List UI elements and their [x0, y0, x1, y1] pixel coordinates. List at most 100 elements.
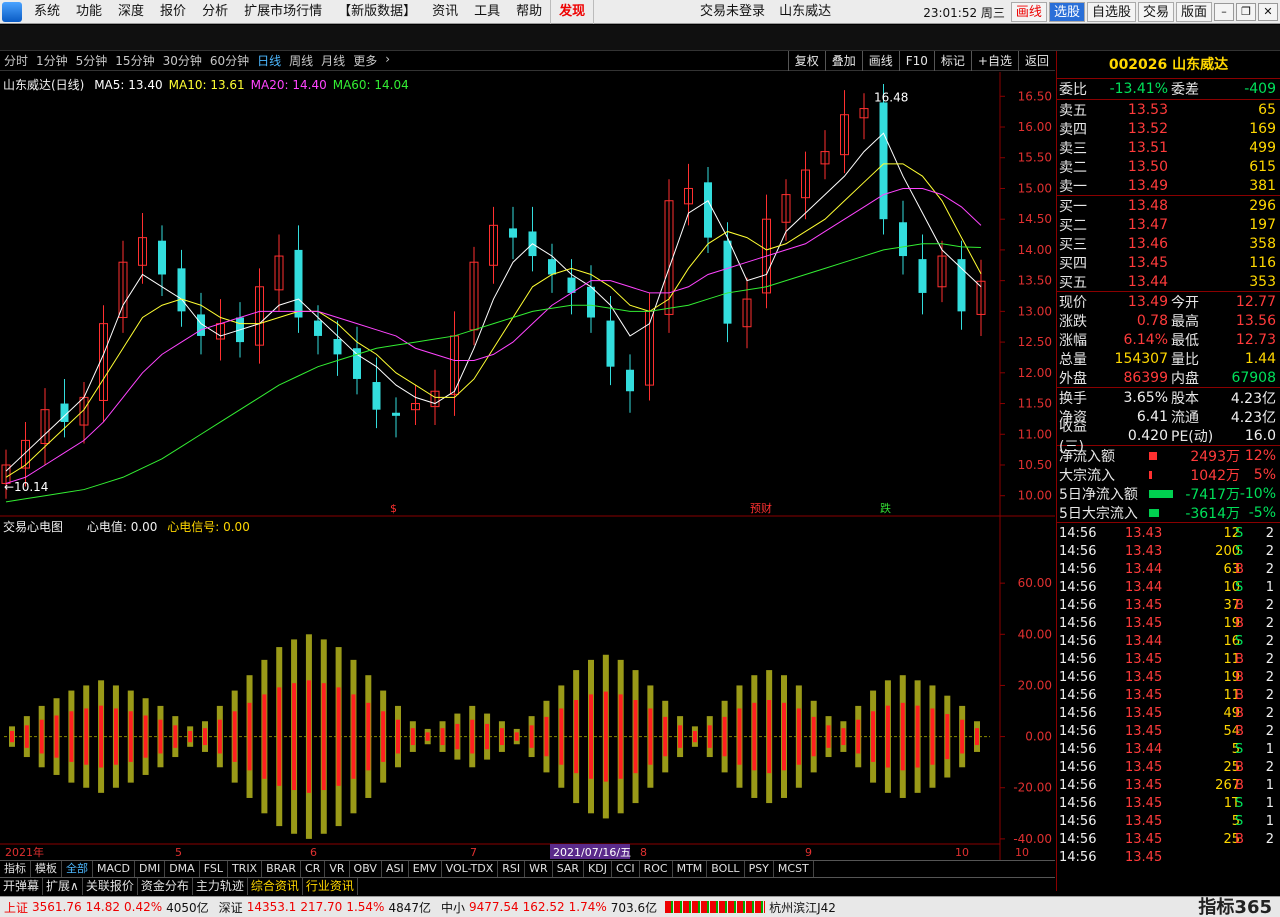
- time-label-1: 5: [175, 846, 182, 859]
- restore-icon[interactable]: ❐: [1236, 3, 1256, 21]
- sub-tab-5[interactable]: 综合资讯: [248, 878, 303, 895]
- indicator-tab-18[interactable]: KDJ: [584, 861, 612, 877]
- indicator-tab-22[interactable]: BOLL: [707, 861, 745, 877]
- close-icon[interactable]: ✕: [1258, 3, 1278, 21]
- chart-canvas[interactable]: 10.00 10.50 11.00 11.50 12.00 12.50 13.00 13.50…: [0, 72, 1055, 860]
- menu-item-5[interactable]: 扩展市场行情: [236, 0, 330, 24]
- period-tab-8[interactable]: 月线: [317, 52, 349, 69]
- indicator-tab-20[interactable]: ROC: [640, 861, 673, 877]
- menu-item-9[interactable]: 帮助: [508, 0, 550, 24]
- bids-row-4[interactable]: 买五 13.44 353: [1057, 272, 1280, 291]
- asks-row-1[interactable]: 卖四 13.52 169: [1057, 119, 1280, 138]
- indicator-tab-17[interactable]: SAR: [553, 861, 585, 877]
- chart-tool-4[interactable]: 标记: [933, 51, 971, 71]
- indicator-tab-10[interactable]: VR: [325, 861, 350, 877]
- asks-row-3[interactable]: 卖二 13.50 615: [1057, 157, 1280, 176]
- indicator-tab-21[interactable]: MTM: [673, 861, 708, 877]
- menu-item-8[interactable]: 工具: [466, 0, 508, 24]
- sub-tab-2[interactable]: 关联报价: [83, 878, 138, 895]
- brand-watermark: 指标365: [1198, 897, 1272, 917]
- event-marker-2[interactable]: 跌: [880, 501, 891, 515]
- asks-label: 卖一: [1059, 178, 1087, 195]
- main-ytick-label: 13.50: [1018, 274, 1052, 288]
- select-stock-button[interactable]: 选股: [1048, 2, 1085, 22]
- period-tab-0[interactable]: 分时: [0, 52, 32, 69]
- indicator-tab-14[interactable]: VOL-TDX: [442, 861, 499, 877]
- chart-tool-6[interactable]: 返回: [1017, 51, 1055, 71]
- indicator-tab-16[interactable]: WR: [525, 861, 553, 877]
- ind-bar-inner: [470, 719, 475, 754]
- period-tab-6[interactable]: 日线: [253, 52, 285, 69]
- chart-tool-5[interactable]: +自选: [970, 51, 1018, 71]
- asks-row-0[interactable]: 卖五 13.53 65: [1057, 100, 1280, 119]
- period-tab-7[interactable]: 周线: [285, 52, 317, 69]
- trade-price: 13.45: [1125, 760, 1163, 775]
- period-tab-3[interactable]: 15分钟: [111, 52, 158, 69]
- chart-tool-1[interactable]: 叠加: [824, 51, 862, 71]
- indicator-tab-7[interactable]: TRIX: [228, 861, 263, 877]
- layout-button[interactable]: 版面: [1175, 2, 1212, 22]
- sub-tab-3[interactable]: 资金分布: [138, 878, 193, 895]
- menu-item-2[interactable]: 深度: [110, 0, 152, 24]
- menu-item-6[interactable]: 【新版数据】: [330, 0, 424, 24]
- indicator-tab-24[interactable]: MCST: [774, 861, 814, 877]
- login-status[interactable]: 交易未登录: [700, 4, 765, 19]
- menu-item-7[interactable]: 资讯: [424, 0, 466, 24]
- indicator-tab-8[interactable]: BRAR: [262, 861, 302, 877]
- bids-row-2[interactable]: 买三 13.46 358: [1057, 234, 1280, 253]
- menu-item-0[interactable]: 系统: [26, 0, 68, 24]
- indicator-tab-3[interactable]: MACD: [93, 861, 135, 877]
- event-marker-0[interactable]: $: [390, 502, 397, 515]
- sub-tab-0[interactable]: 开弹幕: [0, 878, 44, 895]
- sz-label[interactable]: 深证: [219, 899, 243, 916]
- menu-item-3[interactable]: 报价: [152, 0, 194, 24]
- indicator-tab-0[interactable]: 指标: [0, 861, 31, 877]
- period-tab-4[interactable]: 30分钟: [159, 52, 206, 69]
- menu-discover[interactable]: 发现: [550, 0, 595, 24]
- period-tab-1[interactable]: 1分钟: [32, 52, 72, 69]
- minimize-icon[interactable]: –: [1214, 3, 1234, 21]
- indicator-tab-4[interactable]: DMI: [135, 861, 166, 877]
- period-tab-5[interactable]: 60分钟: [206, 52, 253, 69]
- sub-tab-4[interactable]: 主力轨迹: [193, 878, 248, 895]
- chart-tool-2[interactable]: 画线: [861, 51, 899, 71]
- indicator-tab-15[interactable]: RSI: [498, 861, 526, 877]
- stat2-label: 换手: [1059, 390, 1087, 407]
- menu-item-4[interactable]: 分析: [194, 0, 236, 24]
- sub-tab-1[interactable]: 扩展∧: [43, 878, 83, 895]
- bids-row-0[interactable]: 买一 13.48 296: [1057, 196, 1280, 215]
- indicator-tab-19[interactable]: CCI: [612, 861, 640, 877]
- indicator-tab-1[interactable]: 模板: [31, 861, 62, 877]
- asks-label: 卖四: [1059, 121, 1087, 138]
- period-tab-9[interactable]: 更多: [349, 52, 381, 69]
- indicator-tab-5[interactable]: DMA: [165, 861, 200, 877]
- period-more-arrow-icon[interactable]: ›: [381, 52, 394, 69]
- chart-tool-0[interactable]: 复权: [787, 51, 825, 71]
- period-tab-2[interactable]: 5分钟: [72, 52, 112, 69]
- indicator-tab-12[interactable]: ASI: [382, 861, 409, 877]
- bids-row-1[interactable]: 买二 13.47 197: [1057, 215, 1280, 234]
- zx-label[interactable]: 中小: [441, 899, 465, 916]
- asks-row-4[interactable]: 卖一 13.49 381: [1057, 176, 1280, 195]
- indicator-tab-6[interactable]: FSL: [200, 861, 228, 877]
- event-marker-1[interactable]: 预财: [750, 501, 772, 515]
- chart-tool-3[interactable]: F10: [898, 51, 934, 71]
- indicator-tab-2[interactable]: 全部: [62, 861, 93, 877]
- indicator-tab-23[interactable]: PSY: [745, 861, 774, 877]
- watchlist-button[interactable]: 自选股: [1086, 2, 1136, 22]
- indicator-tab-13[interactable]: EMV: [409, 861, 442, 877]
- indicator-tab-11[interactable]: OBV: [350, 861, 382, 877]
- draw-line-button[interactable]: 画线: [1010, 2, 1047, 22]
- asks-row-2[interactable]: 卖三 13.51 499: [1057, 138, 1280, 157]
- trade-ticker[interactable]: 14:56 13.43 12 S 2 14:56 13.43 200 S 2 14:56 13.44 6…: [1057, 522, 1280, 867]
- sub-tab-6[interactable]: 行业资讯: [303, 878, 358, 895]
- ind-bar-inner: [707, 725, 712, 748]
- candle-body: [957, 259, 966, 312]
- indicator-tab-9[interactable]: CR: [301, 861, 326, 877]
- menu-item-1[interactable]: 功能: [68, 0, 110, 24]
- chart-area[interactable]: 10.00 10.50 11.00 11.50 12.00 12.50 13.00 13.50…: [0, 72, 1055, 860]
- sh-label[interactable]: 上证: [4, 899, 28, 916]
- trade-button[interactable]: 交易: [1137, 2, 1174, 22]
- bids-row-3[interactable]: 买四 13.45 116: [1057, 253, 1280, 272]
- stat-label-2: 最低: [1171, 332, 1199, 349]
